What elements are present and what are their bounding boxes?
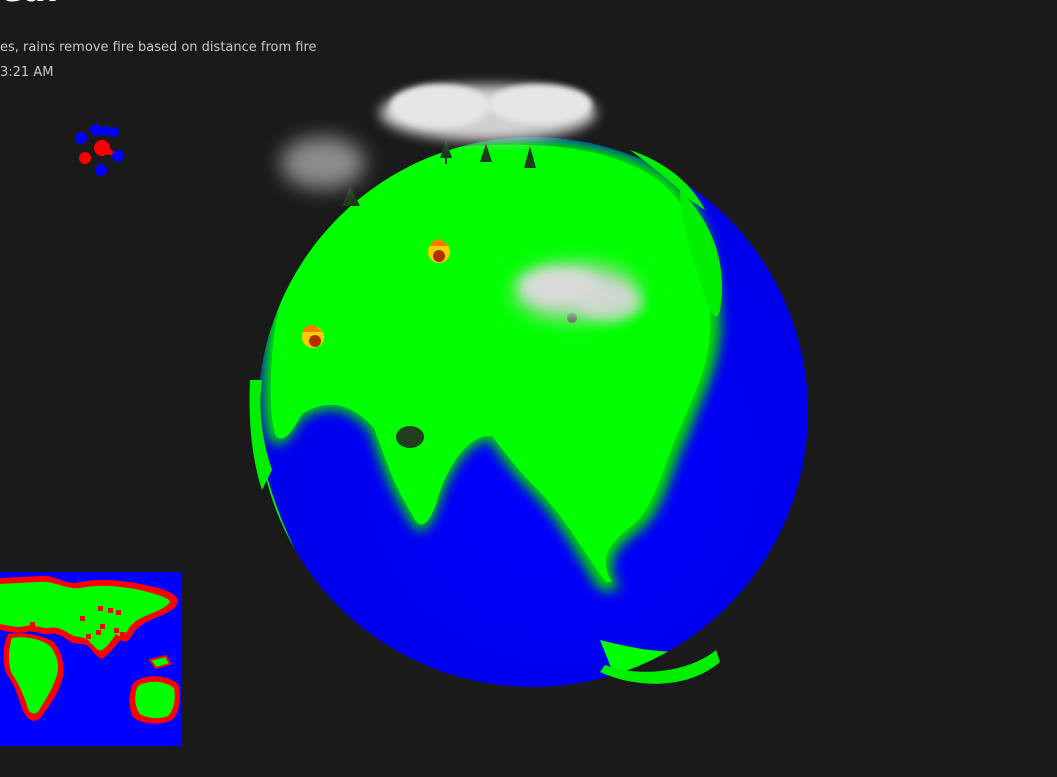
tree-icon bbox=[342, 186, 360, 206]
fire-marker bbox=[98, 606, 103, 611]
tree-icon bbox=[440, 140, 452, 158]
fire-marker bbox=[120, 632, 125, 637]
fire-marker bbox=[100, 624, 105, 629]
rock bbox=[396, 426, 424, 448]
world-minimap[interactable] bbox=[0, 572, 182, 746]
cloud-icon bbox=[281, 137, 365, 189]
simulation-stage: ea. es, rains remove fire based on dista… bbox=[0, 0, 1057, 777]
fire-marker bbox=[108, 608, 113, 613]
fire-marker bbox=[30, 622, 35, 627]
fire-marker bbox=[80, 616, 85, 621]
fire-marker bbox=[114, 628, 119, 633]
fire-marker bbox=[116, 610, 121, 615]
tree-trunk bbox=[445, 158, 447, 164]
fire-marker bbox=[86, 634, 91, 639]
fire-marker bbox=[96, 630, 101, 635]
